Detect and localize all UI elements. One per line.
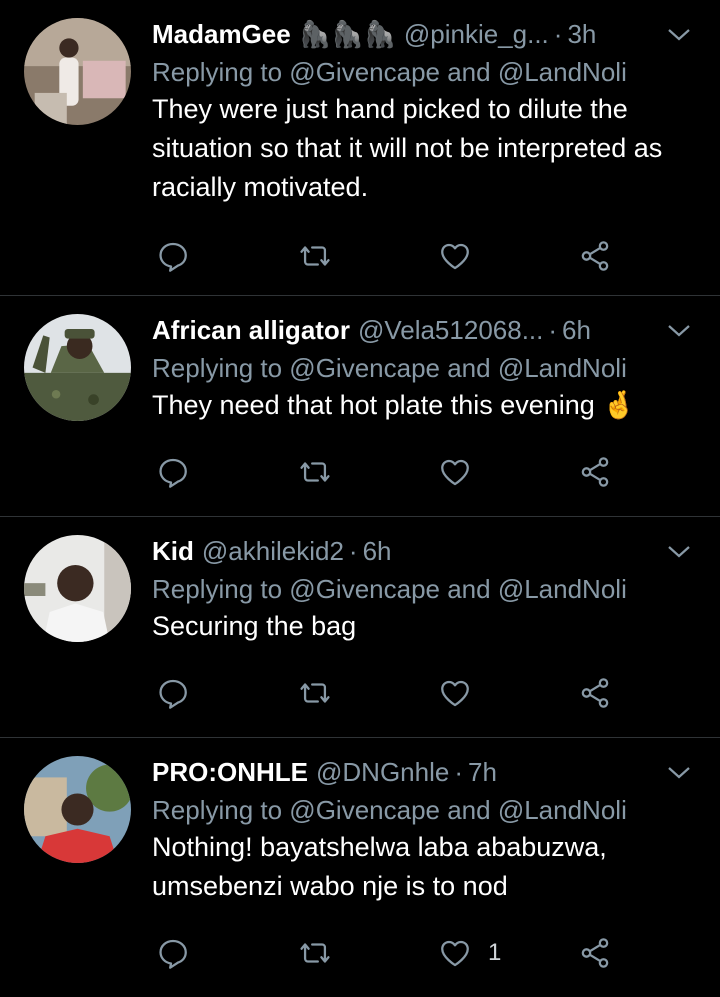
reply-button[interactable] <box>156 933 190 973</box>
replying-to[interactable]: Replying to @Givencape and @LandNoli <box>152 792 700 828</box>
user-handle[interactable]: @DNGnhle <box>316 757 449 788</box>
tweet[interactable]: PRO:ONHLE @DNGnhle · 7h Replying to @Giv… <box>0 738 720 996</box>
name-emoji: 🦍🦍🦍 <box>298 18 396 49</box>
chevron-down-icon[interactable] <box>666 26 692 44</box>
like-button[interactable] <box>438 236 488 276</box>
timestamp[interactable]: 7h <box>468 757 497 788</box>
share-icon <box>581 938 609 968</box>
retweet-icon <box>300 683 330 703</box>
tweet-text: Nothing! bayatshelwa laba ababuzwa, umse… <box>152 832 607 901</box>
separator-dot: · <box>553 18 563 49</box>
reply-icon <box>159 458 187 488</box>
share-icon <box>581 457 609 487</box>
share-button[interactable] <box>578 236 612 276</box>
display-name[interactable]: MadamGee <box>152 19 291 50</box>
heart-icon <box>441 940 469 967</box>
replying-to[interactable]: Replying to @Givencape and @LandNoli <box>152 350 700 386</box>
heart-icon <box>441 680 469 707</box>
reply-icon <box>159 242 187 272</box>
tweet[interactable]: African alligator @Vela512068... · 6h Re… <box>0 296 720 517</box>
retweet-button[interactable] <box>298 236 332 276</box>
tweet-feed: MadamGee 🦍🦍🦍 @pinkie_g... · 3h Replying … <box>0 0 720 997</box>
separator-dot: · <box>454 756 463 787</box>
chevron-down-icon[interactable] <box>666 764 692 782</box>
share-button[interactable] <box>578 933 612 973</box>
reply-button[interactable] <box>156 452 190 492</box>
retweet-button[interactable] <box>298 673 332 713</box>
tweet-text: Securing the bag <box>152 611 357 641</box>
retweet-button[interactable] <box>298 452 332 492</box>
reply-icon <box>159 939 187 969</box>
user-handle[interactable]: @akhilekid2 <box>202 536 344 567</box>
avatar[interactable] <box>24 314 131 421</box>
share-button[interactable] <box>578 673 612 713</box>
user-handle[interactable]: @pinkie_g... <box>404 19 549 50</box>
tweet-actions <box>152 673 652 713</box>
retweet-button[interactable] <box>298 933 332 973</box>
tweet-text: They need that hot plate this evening 🤞 <box>152 390 636 420</box>
heart-icon <box>441 459 469 486</box>
reply-button[interactable] <box>156 673 190 713</box>
avatar[interactable] <box>24 756 131 863</box>
tweet-actions: 1 <box>152 933 652 973</box>
chevron-down-icon[interactable] <box>666 543 692 561</box>
like-button[interactable] <box>438 452 488 492</box>
tweet-text: They were just hand picked to dilute the… <box>152 94 663 202</box>
like-count: 1 <box>488 939 502 966</box>
reply-icon <box>159 679 187 709</box>
share-icon <box>581 241 609 271</box>
replying-to[interactable]: Replying to @Givencape and @LandNoli <box>152 571 700 607</box>
replying-to[interactable]: Replying to @Givencape and @LandNoli <box>152 54 700 90</box>
display-name[interactable]: PRO:ONHLE <box>152 757 308 788</box>
separator-dot: · <box>548 314 558 345</box>
timestamp[interactable]: 3h <box>567 19 596 50</box>
display-name[interactable]: Kid <box>152 536 194 567</box>
like-button[interactable] <box>438 673 488 713</box>
avatar[interactable] <box>24 535 131 642</box>
user-handle[interactable]: @Vela512068... <box>358 315 543 346</box>
display-name[interactable]: African alligator <box>152 315 350 346</box>
reply-button[interactable] <box>156 236 190 276</box>
share-icon <box>581 678 609 708</box>
retweet-icon <box>300 943 330 963</box>
like-button[interactable]: 1 <box>438 933 501 973</box>
chevron-down-icon[interactable] <box>666 322 692 340</box>
retweet-icon <box>300 246 330 266</box>
heart-icon <box>441 243 469 270</box>
separator-dot: · <box>348 535 358 566</box>
tweet[interactable]: Kid @akhilekid2 · 6h Replying to @Givenc… <box>0 517 720 738</box>
avatar[interactable] <box>24 18 131 125</box>
tweet-actions <box>152 452 652 492</box>
timestamp[interactable]: 6h <box>562 315 591 346</box>
timestamp[interactable]: 6h <box>363 536 392 567</box>
retweet-icon <box>300 462 330 482</box>
tweet-actions <box>152 236 652 276</box>
tweet[interactable]: MadamGee 🦍🦍🦍 @pinkie_g... · 3h Replying … <box>0 0 720 296</box>
share-button[interactable] <box>578 452 612 492</box>
